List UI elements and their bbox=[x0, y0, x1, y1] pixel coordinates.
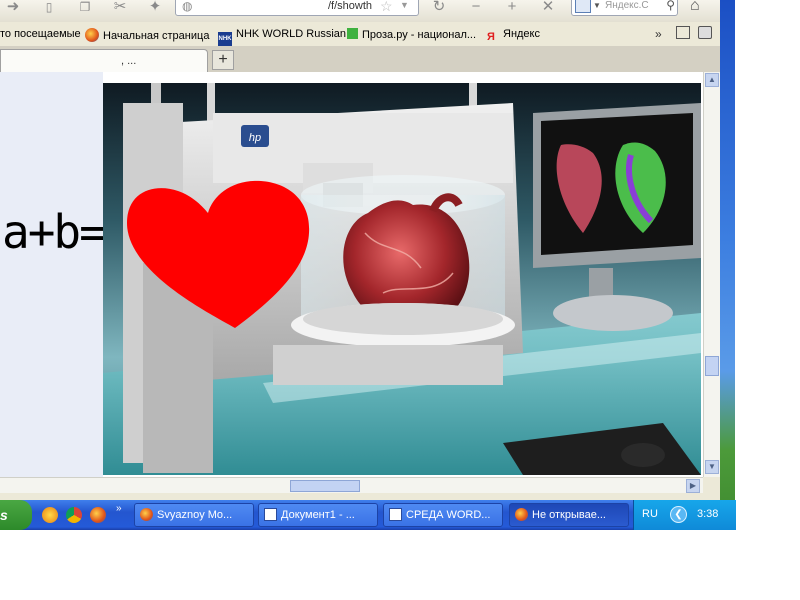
start-button[interactable]: s bbox=[0, 500, 32, 530]
reload-icon[interactable]: ↻ bbox=[430, 0, 448, 16]
taskbar-button-svyaznoy[interactable]: Svyaznoy Mo... bbox=[134, 503, 254, 527]
bookmark-label: NHK WORLD Russian bbox=[236, 28, 347, 40]
status-bar bbox=[0, 493, 720, 500]
desktop-background bbox=[720, 0, 735, 530]
taskbar-button-label: Документ1 - ... bbox=[281, 509, 355, 521]
bookmark-proza[interactable]: Проза.ру - национал... bbox=[347, 28, 476, 41]
formula-text: a+b= bbox=[2, 205, 107, 259]
word-icon bbox=[264, 508, 277, 521]
scroll-thumb[interactable] bbox=[705, 356, 719, 376]
chevron-left-icon[interactable]: ❮ bbox=[670, 506, 687, 523]
chevron-down-icon[interactable]: ▼ bbox=[593, 1, 601, 10]
zoom-in-icon[interactable]: + bbox=[503, 0, 521, 16]
bookmark-yandex[interactable]: Я Яндекс bbox=[487, 28, 540, 45]
clock[interactable]: 3:38 bbox=[697, 508, 718, 520]
chevron-down-icon[interactable]: ▼ bbox=[400, 0, 409, 10]
firefox-icon[interactable] bbox=[90, 507, 106, 523]
bookmark-most-visited[interactable]: то посещаемые bbox=[0, 28, 81, 40]
browser-window: ➜ ▯ ❐ ✂ ✦ ◍ /f/showth ☆ ▼ ↻ − + ✕ ▼ Янде… bbox=[0, 0, 720, 500]
taskbar-button-label: Svyaznoy Mo... bbox=[157, 509, 233, 521]
bookmark-label: Начальная страница bbox=[103, 30, 210, 42]
taskbar: s » Svyaznoy Mo... Документ1 - ... СРЕДА… bbox=[0, 500, 736, 530]
bookmarks-toolbar: то посещаемые Начальная страница NHK NHK … bbox=[0, 22, 720, 46]
horizontal-scrollbar[interactable]: ▶ bbox=[0, 477, 703, 494]
firefox-icon bbox=[140, 508, 153, 521]
globe-icon: ◍ bbox=[182, 0, 193, 13]
tab-title: , ... bbox=[121, 55, 137, 67]
word-icon bbox=[389, 508, 402, 521]
taskbar-button-document1[interactable]: Документ1 - ... bbox=[258, 503, 378, 527]
scroll-up-icon[interactable]: ▲ bbox=[705, 73, 719, 87]
language-indicator[interactable]: RU bbox=[642, 508, 658, 520]
scroll-down-icon[interactable]: ▼ bbox=[705, 460, 719, 474]
vertical-scrollbar[interactable]: ▲ ▼ bbox=[703, 72, 720, 477]
taskbar-button-sreda-word[interactable]: СРЕДА WORD... bbox=[383, 503, 503, 527]
nhk-icon: NHK bbox=[218, 32, 232, 46]
firefox-icon bbox=[85, 28, 99, 42]
bookmark-star-icon[interactable]: ☆ bbox=[380, 0, 393, 15]
taskbar-button-label: СРЕДА WORD... bbox=[406, 509, 491, 521]
bookmark-label: Проза.ру - национал... bbox=[362, 29, 477, 41]
search-input[interactable]: Яндекс.С bbox=[605, 0, 649, 11]
quick-launch-more-icon[interactable]: » bbox=[116, 503, 122, 514]
green-square-icon bbox=[347, 28, 358, 39]
search-icon[interactable]: ⚲ bbox=[666, 0, 675, 12]
forward-icon[interactable]: ➜ bbox=[4, 0, 22, 16]
paste-icon[interactable]: ▯ bbox=[40, 0, 58, 16]
copy-icon[interactable]: ❐ bbox=[76, 0, 94, 16]
zoom-out-icon[interactable]: − bbox=[467, 0, 485, 16]
heart-printer-image: hp bbox=[103, 83, 701, 475]
stop-icon[interactable]: ✕ bbox=[539, 0, 557, 16]
bookmarks-overflow-chevron-icon[interactable]: » bbox=[655, 27, 662, 41]
navigation-toolbar: ➜ ▯ ❐ ✂ ✦ ◍ /f/showth ☆ ▼ ↻ − + ✕ ▼ Янде… bbox=[0, 0, 720, 22]
aimp-icon[interactable] bbox=[42, 507, 58, 523]
address-bar[interactable]: ◍ /f/showth ☆ ▼ bbox=[175, 0, 419, 16]
bookmark-label: то посещаемые bbox=[0, 28, 81, 40]
addon-icon[interactable]: ✦ bbox=[146, 0, 164, 16]
home-icon[interactable]: ⌂ bbox=[690, 0, 700, 15]
search-box[interactable]: ▼ Яндекс.С ⚲ bbox=[571, 0, 678, 16]
left-pane: a+b= bbox=[0, 72, 107, 477]
new-tab-button[interactable]: + bbox=[212, 50, 234, 70]
search-engine-icon[interactable] bbox=[575, 0, 591, 13]
yandex-icon: Я bbox=[487, 31, 495, 43]
bookmark-label: Яндекс bbox=[503, 28, 540, 40]
window-icon[interactable] bbox=[676, 26, 690, 39]
bookmark-nhk[interactable]: NHK NHK WORLD Russian bbox=[218, 28, 346, 46]
system-tray: RU ❮ 3:38 bbox=[633, 500, 736, 530]
svg-text:hp: hp bbox=[249, 132, 261, 144]
taskbar-button-ne-otkryvaetsya[interactable]: Не открывае... bbox=[509, 503, 629, 527]
address-text: /f/showth bbox=[328, 0, 373, 12]
scroll-right-icon[interactable]: ▶ bbox=[686, 479, 700, 493]
page-content: a+b= hp bbox=[0, 72, 703, 477]
bookmark-home-page[interactable]: Начальная страница bbox=[85, 28, 209, 42]
taskbar-button-label: Не открывае... bbox=[532, 509, 606, 521]
print-icon[interactable] bbox=[698, 26, 712, 39]
firefox-icon bbox=[515, 508, 528, 521]
scroll-thumb[interactable] bbox=[290, 480, 360, 492]
cut-icon[interactable]: ✂ bbox=[111, 0, 129, 16]
chrome-icon[interactable] bbox=[66, 507, 82, 523]
tab-active[interactable]: , ... bbox=[0, 49, 208, 72]
tab-strip: , ... + bbox=[0, 46, 720, 73]
